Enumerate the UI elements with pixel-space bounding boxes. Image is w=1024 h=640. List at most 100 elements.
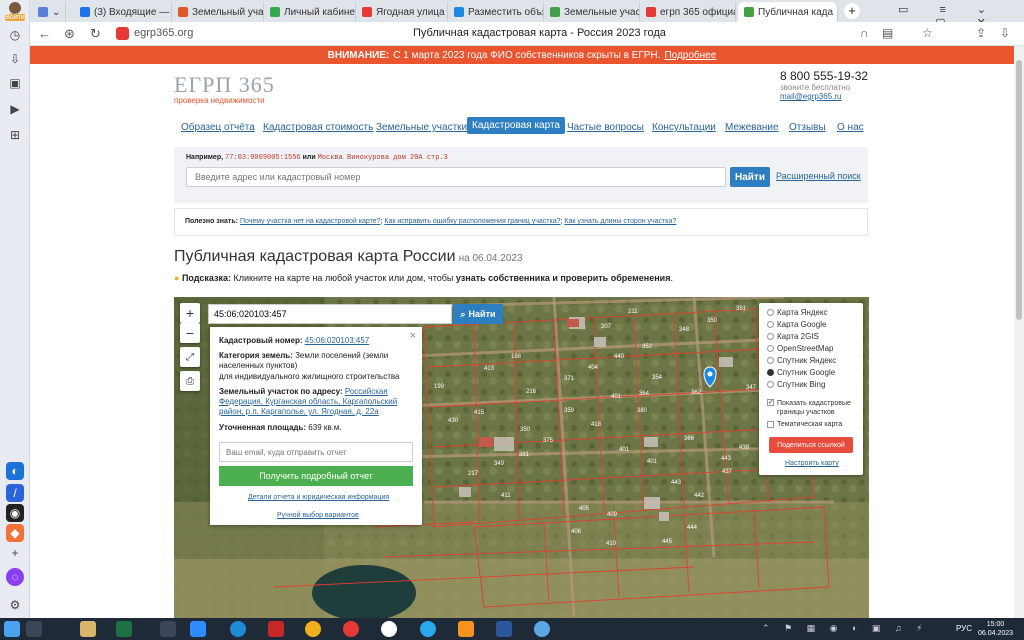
layer-bing-satellite[interactable]: Спутник Bing — [767, 380, 825, 389]
manual-select-link[interactable]: Ручной выбор вариантов — [277, 512, 359, 519]
clock[interactable]: 15:00 06.04.2023 — [978, 620, 1013, 638]
email-link[interactable]: mail@egrp365.ru — [780, 92, 868, 101]
downloads-icon[interactable]: ⇩ — [6, 50, 24, 68]
menu-cadastral-map[interactable]: Кадастровая карта — [467, 117, 565, 134]
zoom-in-button[interactable]: + — [180, 303, 200, 323]
scrollbar-thumb[interactable] — [1016, 60, 1022, 320]
chrome-icon[interactable] — [305, 621, 321, 637]
tab-item[interactable]: Ягодная улица — — [356, 2, 448, 22]
odnoklassniki-icon[interactable] — [458, 621, 474, 637]
collections-icon[interactable]: ▣ — [6, 74, 24, 92]
odnoklassniki-icon[interactable]: ◉ — [6, 504, 24, 522]
radio-2gis-map[interactable] — [767, 333, 774, 340]
tip-link-side-length[interactable]: Как узнать длины сторон участка? — [564, 218, 676, 225]
media-icon[interactable]: ▶ — [6, 100, 24, 118]
report-details-link[interactable]: Детали отчета и юридическая информация — [248, 494, 389, 501]
layer-google-satellite[interactable]: Спутник Google — [767, 368, 835, 377]
tab-item[interactable]: Земельный участ — [172, 2, 264, 22]
thematic-checkbox[interactable] — [767, 421, 774, 428]
layer-yandex-map[interactable]: Карта Яндекс — [767, 308, 828, 317]
search-button[interactable]: Найти — [730, 167, 770, 187]
tab-item[interactable]: Личный кабинет — [264, 2, 356, 22]
menu-cadastral-value[interactable]: Кадастровая стоимость — [263, 122, 373, 133]
opera-icon[interactable] — [343, 621, 359, 637]
telegram-icon[interactable] — [420, 621, 436, 637]
bookmark-icon[interactable]: ☆ — [922, 26, 933, 40]
download-icon[interactable]: ⇩ — [1000, 26, 1010, 40]
map-search-input[interactable] — [208, 304, 452, 324]
language-indicator[interactable]: РУС — [956, 624, 972, 633]
radio-google-map[interactable] — [767, 321, 774, 328]
site-logo[interactable]: ЕГРП 365 проверка недвижимости — [174, 72, 275, 105]
cloud-icon[interactable] — [534, 621, 550, 637]
menu-faq[interactable]: Частые вопросы — [567, 122, 644, 133]
advanced-search-link[interactable]: Расширенный поиск — [776, 171, 861, 181]
start-icon[interactable] — [4, 621, 20, 637]
map-search-button[interactable]: ⌕ Найти — [453, 304, 503, 324]
layer-yandex-satellite[interactable]: Спутник Яндекс — [767, 356, 836, 365]
zoom-icon[interactable] — [190, 621, 206, 637]
tab-active[interactable]: Публичная када× — [738, 2, 838, 22]
menu-about[interactable]: О нас — [837, 122, 864, 133]
menu-land-plots[interactable]: Земельные участки — [376, 122, 467, 133]
print-icon[interactable]: ⎙ — [180, 371, 200, 391]
reader-icon[interactable]: ▤ — [882, 26, 893, 40]
show-borders-option[interactable]: ✓ Показать кадастровые границы участков — [767, 399, 859, 417]
word-icon[interactable] — [496, 621, 512, 637]
tab-pinned[interactable]: ⌄ — [32, 2, 66, 22]
page-scrollbar[interactable] — [1014, 46, 1024, 618]
phone-number[interactable]: 8 800 555-19-32 — [780, 69, 868, 83]
example-address[interactable]: Москва Винокурова дом 20А стр.3 — [318, 154, 448, 162]
layer-osm[interactable]: OpenStreetMap — [767, 344, 833, 353]
search-icon[interactable] — [26, 621, 42, 637]
radio-yandex-satellite[interactable] — [767, 357, 774, 364]
weather-icon[interactable]: ◐ — [6, 462, 24, 480]
settings-icon[interactable]: ⚙ — [6, 596, 24, 614]
share-link-button[interactable]: Поделиться ссылкой — [769, 437, 853, 453]
tab-item[interactable]: егрп 365 официал — [640, 2, 736, 22]
apps-icon[interactable]: ⊞ — [6, 126, 24, 144]
radio-osm[interactable] — [767, 345, 774, 352]
tip-link-fix-border[interactable]: Как исправить ошибку расположения границ… — [384, 218, 560, 225]
menu-sample-report[interactable]: Образец отчёта — [181, 122, 255, 133]
shield-icon[interactable]: ⊛ — [64, 26, 75, 42]
cad-value-link[interactable]: 45:06:020103:457 — [305, 336, 370, 345]
cadastral-map[interactable]: 2112073483503513524401984133714043543741… — [174, 297, 869, 618]
configure-map-link[interactable]: Настроить карту — [785, 460, 839, 467]
close-icon[interactable]: × — [837, 7, 838, 18]
email-field[interactable] — [219, 442, 413, 462]
address-url[interactable]: egrp365.org — [134, 27, 193, 39]
get-report-button[interactable]: Получить подробный отчет — [219, 466, 413, 486]
tray-icons[interactable]: ⌃ ⚑ ▦ ◉ ◐ ▣ ♫ ⚡ — [762, 623, 928, 634]
show-borders-checkbox[interactable]: ✓ — [767, 399, 774, 406]
add-icon[interactable]: + — [6, 544, 24, 562]
game-icon[interactable]: ◆ — [6, 524, 24, 542]
tab-item[interactable]: Разместить объяв — [448, 2, 544, 22]
menu-reviews[interactable]: Отзывы — [789, 122, 826, 133]
tab-item[interactable]: Земельные участ — [544, 2, 640, 22]
banner-more-link[interactable]: Подробнее — [664, 50, 716, 61]
menu-consultations[interactable]: Консультации — [652, 122, 716, 133]
history-icon[interactable]: ◷ — [6, 26, 24, 44]
profile-avatar[interactable]: Войти — [5, 2, 25, 22]
excel-icon[interactable] — [116, 621, 132, 637]
address-search-input[interactable] — [186, 167, 726, 187]
pdf-icon[interactable] — [268, 621, 284, 637]
headphones-icon[interactable]: ∩ — [860, 26, 869, 40]
refresh-icon[interactable]: ↻ — [90, 26, 101, 42]
app-icon[interactable] — [160, 621, 176, 637]
radio-yandex-map[interactable] — [767, 309, 774, 316]
yandex-browser-icon[interactable] — [381, 621, 397, 637]
menu-surveying[interactable]: Межевание — [725, 122, 779, 133]
layer-google-map[interactable]: Карта Google — [767, 320, 826, 329]
edge-icon[interactable] — [230, 621, 246, 637]
share-icon[interactable]: ⇪ — [976, 26, 986, 40]
tip-link-missing-plot[interactable]: Почему участка нет на кадастровой карте? — [240, 218, 381, 225]
radio-bing-satellite[interactable] — [767, 381, 774, 388]
layer-2gis-map[interactable]: Карта 2GIS — [767, 332, 819, 341]
edit-icon[interactable]: / — [6, 484, 24, 502]
fullscreen-icon[interactable]: ⤢ — [180, 347, 200, 367]
files-icon[interactable] — [80, 621, 96, 637]
alice-icon[interactable]: ◌ — [6, 568, 24, 586]
new-tab-button[interactable]: + — [844, 3, 860, 19]
